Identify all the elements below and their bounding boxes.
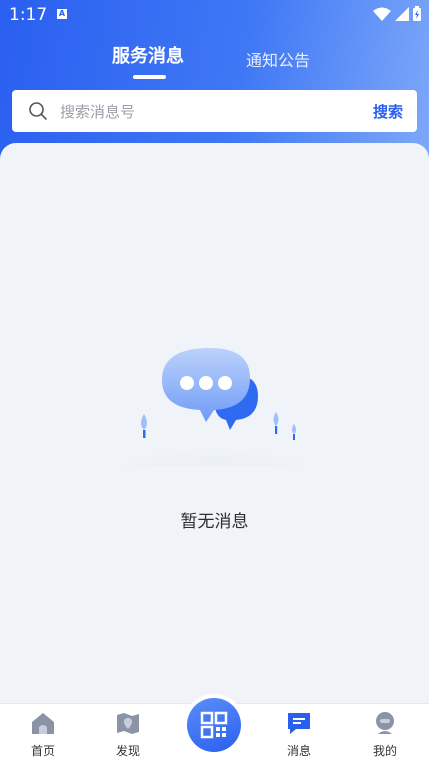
nav-label-discover: 发现	[115, 744, 140, 758]
empty-state-text: 暂无消息	[180, 512, 249, 532]
battery-icon	[413, 6, 421, 21]
tab-announcements[interactable]: 通知公告	[246, 47, 310, 71]
message-icon	[288, 713, 310, 734]
search-button[interactable]: 搜索	[373, 101, 403, 122]
home-icon	[32, 713, 54, 734]
nav-item-profile[interactable]: 我的	[355, 710, 415, 759]
app-indicator-icon: A	[57, 9, 67, 19]
nav-label-messages: 消息	[286, 744, 311, 758]
qr-scan-icon	[200, 711, 228, 739]
scan-button[interactable]	[183, 694, 245, 756]
active-tab-indicator	[133, 75, 166, 79]
search-input[interactable]	[58, 98, 352, 126]
status-bar: 1:17 A	[0, 0, 429, 30]
nav-label-home: 首页	[30, 744, 55, 758]
status-right	[373, 6, 421, 21]
status-time: 1:17	[9, 5, 48, 25]
nav-item-discover[interactable]: 发现	[98, 710, 158, 759]
search-icon	[29, 102, 47, 120]
wifi-icon	[373, 7, 391, 21]
message-list-area: 暂无消息	[0, 143, 429, 703]
map-icon	[117, 713, 139, 734]
profile-icon	[376, 712, 394, 734]
nav-item-home[interactable]: 首页	[13, 710, 73, 759]
tab-service-messages[interactable]: 服务消息	[112, 42, 184, 68]
message-tabs: 服务消息 通知公告	[0, 42, 429, 82]
search-bar: 搜索	[12, 90, 417, 132]
empty-messages-illustration	[118, 348, 310, 466]
nav-label-profile: 我的	[372, 744, 397, 758]
scan-button-face	[187, 698, 241, 752]
nav-item-messages[interactable]: 消息	[269, 710, 329, 759]
signal-icon	[395, 6, 409, 21]
